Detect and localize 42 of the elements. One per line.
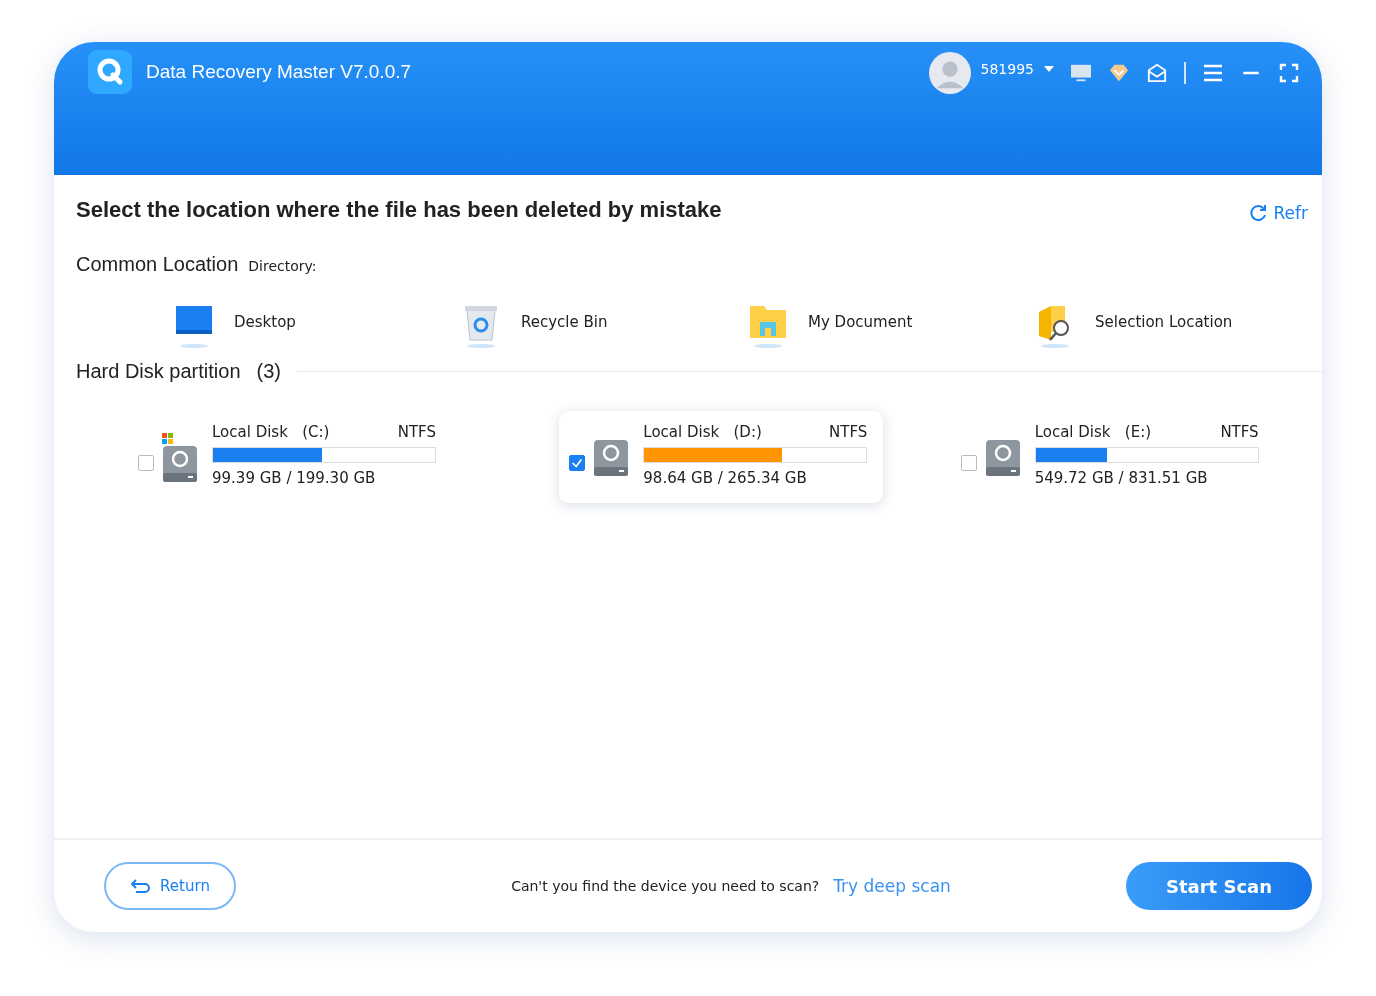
location-item[interactable]: Recycle Bin (461, 294, 748, 350)
diamond-icon[interactable] (1108, 63, 1130, 83)
checkbox[interactable] (569, 455, 586, 471)
page-heading: Select the location where the file has been deleted by mistake (76, 197, 722, 223)
caret-icon[interactable] (1044, 66, 1054, 72)
menu-icon[interactable] (1202, 63, 1224, 83)
location-item[interactable]: Selection Location (1035, 294, 1322, 350)
return-button[interactable]: Return (104, 862, 236, 910)
file-system: NTFS (829, 423, 868, 441)
refresh-button[interactable]: Refr (1247, 203, 1308, 223)
disk-name: Local Disk (D:) (643, 423, 762, 441)
section-title: Hard Disk partition (76, 360, 241, 383)
file-system: NTFS (397, 423, 436, 441)
disk-card[interactable]: Local Disk (D:) NTFS 98.64 GB / 265.34 GB (559, 411, 884, 503)
disk-size: 549.72 GB / 831.51 GB (1034, 469, 1209, 487)
avatar-icon[interactable] (928, 52, 971, 94)
fullscreen-icon[interactable] (1278, 63, 1300, 83)
refresh-icon (1247, 203, 1268, 223)
return-arrow-icon (130, 878, 153, 894)
file-system: NTFS (1220, 423, 1259, 441)
disk-name: Local Disk (C:) (212, 423, 330, 441)
mail-icon[interactable] (1146, 63, 1168, 83)
disk-size: 98.64 GB / 265.34 GB (643, 469, 808, 487)
hard-drive-icon (984, 439, 1021, 477)
window-title: Data Recovery Master V7.0.0.7 (146, 61, 412, 83)
disk-name: Local Disk (E:) (1034, 423, 1152, 441)
checkbox[interactable] (138, 455, 154, 471)
checkbox[interactable] (960, 455, 977, 471)
start-scan-button[interactable]: Start Scan (1126, 862, 1312, 910)
monitor-icon[interactable] (1070, 63, 1092, 83)
disk-size: 99.39 GB / 199.30 GB (212, 469, 377, 487)
directory-label: Directory: (248, 258, 317, 274)
hard-drive-icon (593, 439, 630, 477)
location-item[interactable]: My Document (748, 294, 1035, 350)
location-item[interactable]: Desktop (174, 294, 461, 350)
app-logo-icon (88, 50, 132, 94)
help-text: Can't you find the device you need to scan? (511, 878, 820, 894)
disk-card[interactable]: Local Disk (C:) NTFS 99.39 GB / 199.30 GB (128, 411, 452, 503)
hard-drive-icon (162, 445, 198, 483)
section-title: Common Location (76, 253, 239, 276)
partition-count: (3) (256, 360, 281, 383)
disk-card[interactable]: Local Disk (E:) NTFS 549.72 GB / 831.51 GB (950, 411, 1275, 503)
